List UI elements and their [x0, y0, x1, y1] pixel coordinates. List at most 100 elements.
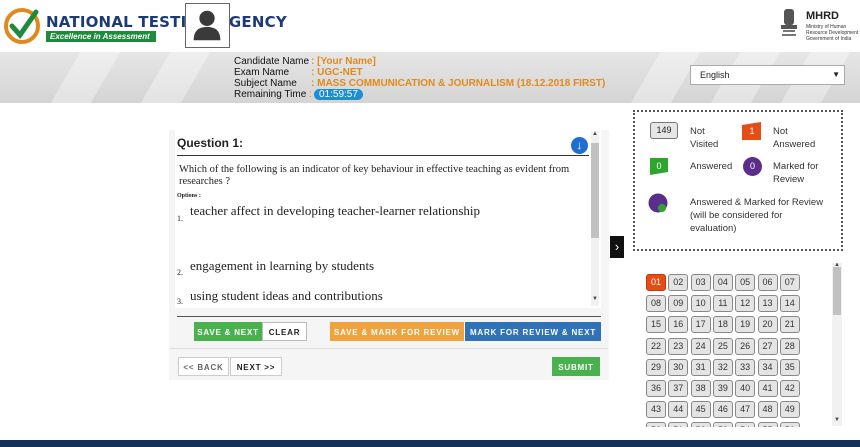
scroll-down-icon[interactable]: ↓ — [571, 137, 588, 154]
palette-question-26[interactable]: 26 — [735, 337, 756, 355]
next-button[interactable]: NEXT >> — [230, 357, 282, 376]
option-number: 2. — [177, 268, 183, 277]
collapse-panel-icon[interactable]: › — [610, 236, 624, 258]
option-1[interactable]: teacher affect in developing teacher-lea… — [190, 203, 480, 219]
palette-question-19[interactable]: 19 — [735, 316, 756, 334]
question-palette: 01 02 03 04 05 06 07 08 09 10 11 12 13 14 15 16 17 18 19 20… — [640, 270, 830, 427]
palette-question-12[interactable]: 12 — [735, 295, 756, 313]
palette-question-24[interactable]: 24 — [690, 337, 711, 355]
options-label: Options : — [177, 193, 201, 199]
palette-question-41[interactable]: 41 — [757, 380, 778, 397]
mark-review-next-button[interactable]: MARK FOR REVIEW & NEXT — [465, 322, 601, 341]
palette-question-02[interactable]: 02 — [668, 274, 689, 291]
palette-question-43[interactable]: 43 — [646, 401, 666, 419]
palette-question-47[interactable]: 47 — [735, 401, 756, 419]
scroll-down-arrow-icon[interactable]: ▼ — [592, 296, 598, 302]
candidate-avatar — [185, 3, 230, 48]
marked-review-label: Review — [773, 174, 805, 185]
palette-question-40[interactable]: 40 — [735, 380, 756, 397]
question-scrollbar-thumb[interactable] — [591, 143, 599, 238]
palette-question-03[interactable]: 03 — [690, 274, 711, 291]
countdown-timer: 01:59:57 — [314, 89, 363, 100]
palette-question-42[interactable]: 42 — [779, 380, 800, 397]
palette-question-23[interactable]: 23 — [668, 337, 689, 355]
palette-question-45[interactable]: 45 — [690, 401, 711, 419]
not-answered-label: Answered — [773, 139, 816, 150]
option-2[interactable]: engagement in learning by students — [190, 258, 374, 274]
answered-marked-label: Answered & Marked for Review — [690, 197, 824, 208]
palette-question-11[interactable]: 11 — [712, 295, 733, 313]
palette-question-13[interactable]: 13 — [757, 295, 778, 313]
save-mark-review-button[interactable]: SAVE & MARK FOR REVIEW — [330, 322, 464, 341]
clear-button[interactable]: CLEAR — [262, 322, 307, 341]
palette-question-32[interactable]: 32 — [712, 358, 733, 376]
option-3[interactable]: using student ideas and contributions — [190, 288, 383, 304]
footer-bar — [0, 440, 860, 447]
palette-question-16[interactable]: 16 — [668, 316, 689, 334]
question-area — [175, 130, 601, 308]
back-button[interactable]: << BACK — [178, 357, 229, 376]
palette-question-38[interactable]: 38 — [690, 380, 711, 397]
palette-question-15[interactable]: 15 — [646, 316, 666, 334]
palette-question-01[interactable]: 01 — [646, 274, 666, 291]
palette-question-07[interactable]: 07 — [779, 274, 800, 291]
nav-divider — [170, 348, 608, 349]
answered-count: 0 — [656, 161, 662, 171]
palette-question-06[interactable]: 06 — [757, 274, 778, 291]
palette-question-29[interactable]: 29 — [646, 358, 666, 376]
not-answered-label: Not — [773, 126, 788, 137]
scroll-up-arrow-icon[interactable]: ▲ — [592, 131, 598, 137]
language-select[interactable]: English ▼ — [690, 65, 845, 85]
palette-question-52[interactable]: 52 — [690, 422, 711, 427]
submit-button[interactable]: SUBMIT — [552, 357, 600, 376]
palette-question-36[interactable]: 36 — [646, 380, 666, 397]
palette-question-05[interactable]: 05 — [735, 274, 756, 291]
question-text: Which of the following is an indicator o… — [179, 164, 570, 187]
palette-question-14[interactable]: 14 — [779, 295, 800, 313]
palette-question-09[interactable]: 09 — [668, 295, 689, 313]
marked-review-label: Marked for — [773, 161, 819, 172]
palette-question-08[interactable]: 08 — [646, 295, 666, 313]
palette-question-31[interactable]: 31 — [690, 358, 711, 376]
palette-question-44[interactable]: 44 — [668, 401, 689, 419]
palette-question-46[interactable]: 46 — [712, 401, 733, 419]
ministry-title: MHRD — [806, 10, 839, 22]
palette-question-30[interactable]: 30 — [668, 358, 689, 376]
option-number: 3. — [177, 297, 183, 306]
palette-question-53[interactable]: 53 — [712, 422, 733, 427]
palette-question-04[interactable]: 04 — [712, 274, 733, 291]
palette-question-34[interactable]: 34 — [757, 358, 778, 376]
palette-question-25[interactable]: 25 — [712, 337, 733, 355]
ministry-subtitle: Government of India — [806, 36, 852, 42]
question-number: Question 1: — [177, 136, 244, 150]
palette-question-39[interactable]: 39 — [712, 380, 733, 397]
palette-question-55[interactable]: 55 — [757, 422, 778, 427]
palette-question-48[interactable]: 48 — [757, 401, 778, 419]
not-visited-label: Not — [690, 126, 705, 137]
palette-question-49[interactable]: 49 — [779, 401, 800, 419]
palette-question-54[interactable]: 54 — [735, 422, 756, 427]
not-answered-count: 1 — [749, 126, 755, 136]
palette-scroll-up-icon[interactable]: ▲ — [834, 262, 840, 268]
palette-question-18[interactable]: 18 — [712, 316, 733, 334]
palette-question-35[interactable]: 35 — [779, 358, 800, 376]
palette-question-51[interactable]: 51 — [668, 422, 689, 427]
palette-question-22[interactable]: 22 — [646, 337, 666, 355]
palette-question-21[interactable]: 21 — [779, 316, 800, 334]
answered-marked-label: evaluation) — [690, 223, 737, 234]
save-next-button[interactable]: SAVE & NEXT — [194, 322, 262, 341]
actions-divider — [177, 316, 601, 317]
palette-question-28[interactable]: 28 — [779, 337, 800, 355]
palette-question-27[interactable]: 27 — [757, 337, 778, 355]
palette-question-33[interactable]: 33 — [735, 358, 756, 376]
palette-question-56[interactable]: 56 — [779, 422, 800, 427]
palette-question-17[interactable]: 17 — [690, 316, 711, 334]
palette-question-50[interactable]: 50 — [646, 422, 666, 427]
question-divider — [177, 155, 589, 156]
national-emblem-icon — [781, 9, 797, 36]
palette-scrollbar-thumb[interactable] — [833, 267, 841, 315]
palette-question-37[interactable]: 37 — [668, 380, 689, 397]
palette-question-10[interactable]: 10 — [690, 295, 711, 313]
palette-question-20[interactable]: 20 — [757, 316, 778, 334]
palette-scroll-down-icon[interactable]: ▼ — [834, 417, 840, 423]
